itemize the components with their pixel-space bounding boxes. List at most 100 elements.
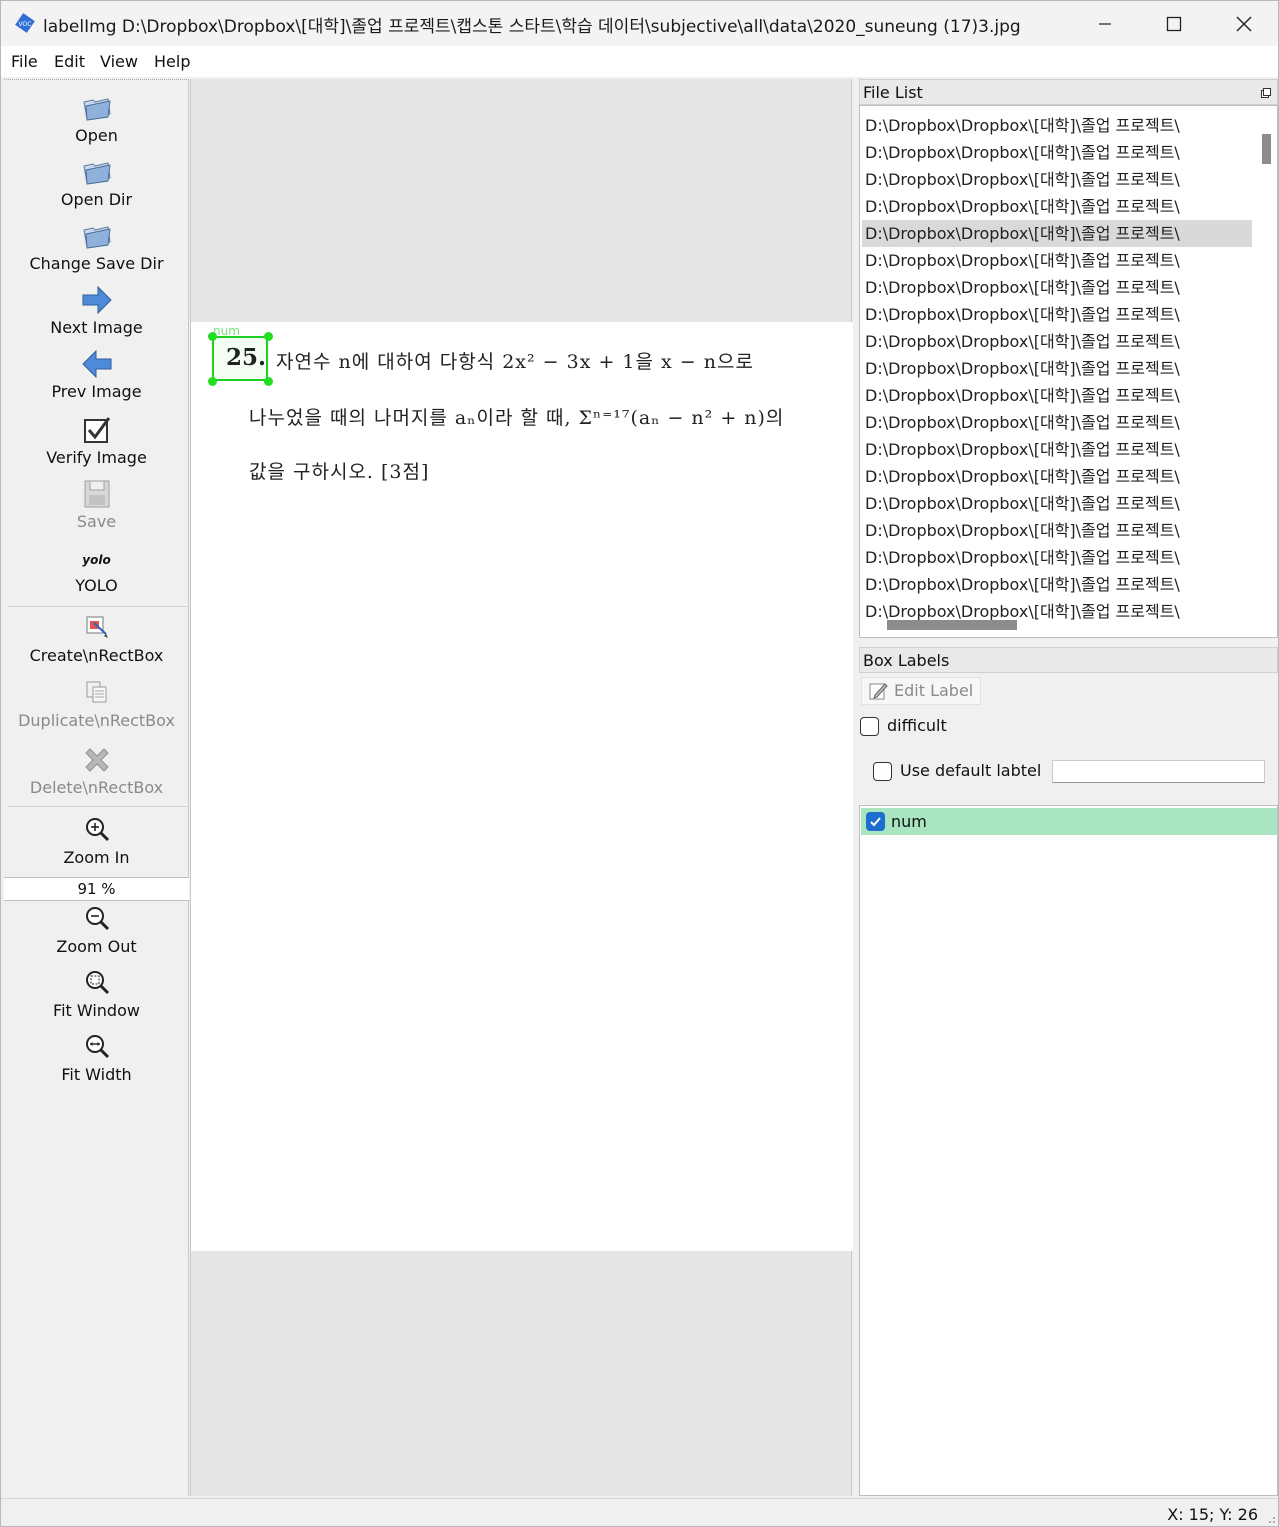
edit-label-button[interactable]: Edit Label <box>861 677 981 705</box>
checkbox-verify-icon <box>83 417 110 443</box>
menu-file[interactable]: File <box>11 52 38 71</box>
prev-image-button[interactable]: Prev Image <box>4 348 189 401</box>
folder-open-icon <box>82 98 111 121</box>
svg-text:VOC: VOC <box>19 21 32 28</box>
file-list-item[interactable]: D:\Dropbox\Dropbox\[대학]\졸업 프로젝트\ <box>862 571 1252 598</box>
edit-label-text: Edit Label <box>894 681 974 700</box>
duplicate-rectbox-button[interactable]: Duplicate\nRectBox <box>4 679 189 730</box>
difficult-checkbox[interactable] <box>860 717 879 736</box>
file-list-item[interactable]: D:\Dropbox\Dropbox\[대학]\졸업 프로젝트\ <box>862 193 1252 220</box>
image-canvas[interactable]: num 25. 자연수 n에 대하여 다항식 2x² − 3x + 1을 x −… <box>190 79 853 1496</box>
label-item-num[interactable]: num <box>861 808 1277 835</box>
loaded-image[interactable]: num 25. 자연수 n에 대하여 다항식 2x² − 3x + 1을 x −… <box>191 322 853 1251</box>
check-icon <box>870 817 881 827</box>
close-button[interactable] <box>1209 1 1278 46</box>
create-rectbox-label: Create\nRectBox <box>29 646 164 665</box>
minimize-icon <box>1098 22 1111 25</box>
file-list-dock-title: File List <box>859 79 1278 105</box>
scroll-thumb[interactable] <box>1262 134 1271 164</box>
file-list-title: File List <box>863 83 923 102</box>
label-list[interactable]: num <box>859 805 1278 1496</box>
floppy-disk-icon <box>84 480 109 508</box>
file-list-item[interactable]: D:\Dropbox\Dropbox\[대학]\졸업 프로젝트\ <box>862 409 1252 436</box>
resize-grip-icon[interactable] <box>1266 1514 1276 1524</box>
file-list-item[interactable]: D:\Dropbox\Dropbox\[대학]\졸업 프로젝트\ <box>862 220 1252 247</box>
create-rect-icon <box>86 616 108 638</box>
menu-edit[interactable]: Edit <box>54 52 85 71</box>
folder-open-icon <box>82 162 111 185</box>
save-label: Save <box>76 512 117 531</box>
status-bar: X: 15; Y: 26 <box>1 1498 1278 1526</box>
arrow-left-icon <box>81 349 111 379</box>
fit-width-label: Fit Width <box>61 1065 132 1084</box>
close-icon <box>1236 16 1251 31</box>
delete-rectbox-button[interactable]: Delete\nRectBox <box>4 744 189 797</box>
change-save-dir-button[interactable]: Change Save Dir <box>4 220 189 273</box>
file-list[interactable]: D:\Dropbox\Dropbox\[대학]\졸업 프로젝트\ D:\Dropb… <box>859 105 1278 638</box>
file-list-item[interactable]: D:\Dropbox\Dropbox\[대학]\졸업 프로젝트\ <box>862 436 1252 463</box>
question-line-3: 값을 구하시오. [3점] <box>249 461 430 483</box>
file-list-item[interactable]: D:\Dropbox\Dropbox\[대학]\졸업 프로젝트\ <box>862 328 1252 355</box>
open-button[interactable]: Open <box>4 92 189 145</box>
verify-image-button[interactable]: Verify Image <box>4 414 189 467</box>
menu-help[interactable]: Help <box>154 52 190 71</box>
fit-window-label: Fit Window <box>53 1001 140 1020</box>
file-list-item[interactable]: D:\Dropbox\Dropbox\[대학]\졸업 프로젝트\ <box>862 301 1252 328</box>
bbox-handle-top-right[interactable] <box>264 332 273 341</box>
label-checkbox-checked[interactable] <box>866 812 885 831</box>
menu-bar: File Edit View Help <box>1 46 1278 77</box>
file-list-item[interactable]: D:\Dropbox\Dropbox\[대학]\졸업 프로젝트\ <box>862 247 1252 274</box>
yolo-label: YOLO <box>75 576 118 595</box>
file-list-vertical-scrollbar[interactable] <box>1256 106 1276 611</box>
bbox-handle-bottom-right[interactable] <box>264 377 273 386</box>
zoom-out-button[interactable]: Zoom Out <box>4 905 189 956</box>
bbox-handle-top-left[interactable] <box>208 332 217 341</box>
zoom-value-spinbox[interactable]: 91 % <box>4 877 189 901</box>
edit-pencil-icon <box>869 683 888 700</box>
delete-x-icon <box>84 748 109 772</box>
file-list-item[interactable]: D:\Dropbox\Dropbox\[대학]\졸업 프로젝트\ <box>862 463 1252 490</box>
file-list-item[interactable]: D:\Dropbox\Dropbox\[대학]\졸업 프로젝트\ <box>862 355 1252 382</box>
zoom-in-label: Zoom In <box>63 848 130 867</box>
open-dir-label: Open Dir <box>60 190 133 209</box>
file-list-item[interactable]: D:\Dropbox\Dropbox\[대학]\졸업 프로젝트\ <box>862 112 1252 139</box>
use-default-label-checkbox[interactable] <box>873 762 892 781</box>
bbox-handle-bottom-left[interactable] <box>208 377 217 386</box>
file-list-horizontal-scrollbar[interactable] <box>887 620 1017 630</box>
save-button[interactable]: Save <box>4 478 189 531</box>
fit-width-button[interactable]: Fit Width <box>4 1033 189 1084</box>
verify-image-label: Verify Image <box>46 448 147 467</box>
zoom-out-icon <box>85 907 109 931</box>
file-list-item[interactable]: D:\Dropbox\Dropbox\[대학]\졸업 프로젝트\ <box>862 139 1252 166</box>
open-dir-button[interactable]: Open Dir <box>4 156 189 209</box>
file-list-item[interactable]: D:\Dropbox\Dropbox\[대학]\졸업 프로젝트\ <box>862 490 1252 517</box>
toolbar-separator <box>8 606 189 607</box>
file-list-item[interactable]: D:\Dropbox\Dropbox\[대학]\졸업 프로젝트\ <box>862 544 1252 571</box>
undock-icon[interactable] <box>1261 88 1271 98</box>
change-save-dir-label: Change Save Dir <box>29 254 164 273</box>
file-list-item[interactable]: D:\Dropbox\Dropbox\[대학]\졸업 프로젝트\ <box>862 517 1252 544</box>
file-list-item[interactable]: D:\Dropbox\Dropbox\[대학]\졸업 프로젝트\ <box>862 274 1252 301</box>
menu-view[interactable]: View <box>100 52 138 71</box>
yolo-button[interactable]: yolo YOLO <box>4 550 189 595</box>
duplicate-icon <box>86 681 106 703</box>
maximize-button[interactable] <box>1139 1 1208 46</box>
minimize-button[interactable] <box>1070 1 1139 46</box>
fit-window-button[interactable]: Fit Window <box>4 969 189 1020</box>
create-rectbox-button[interactable]: Create\nRectBox <box>4 614 189 665</box>
next-image-label: Next Image <box>50 318 143 337</box>
folder-open-icon <box>82 226 111 249</box>
zoom-out-label: Zoom Out <box>56 937 137 956</box>
delete-rectbox-label: Delete\nRectBox <box>29 778 164 797</box>
next-image-button[interactable]: Next Image <box>4 284 189 337</box>
file-list-item[interactable]: D:\Dropbox\Dropbox\[대학]\졸업 프로젝트\ <box>862 166 1252 193</box>
maximize-icon <box>1166 16 1181 31</box>
default-label-input[interactable] <box>1052 760 1265 783</box>
question-line-1: 자연수 n에 대하여 다항식 2x² − 3x + 1을 x − n으로 <box>276 351 754 373</box>
labelimg-window: VOC labelImg D:\Dropbox\Dropbox\[대학]\졸업 … <box>0 0 1279 1527</box>
fit-window-icon <box>85 971 109 995</box>
label-item-text: num <box>891 812 927 831</box>
zoom-in-button[interactable]: Zoom In <box>4 816 189 867</box>
question-line-2: 나누었을 때의 나머지를 aₙ이라 할 때, Σⁿ⁼¹⁷(aₙ − n² + n… <box>249 407 785 429</box>
file-list-item[interactable]: D:\Dropbox\Dropbox\[대학]\졸업 프로젝트\ <box>862 382 1252 409</box>
